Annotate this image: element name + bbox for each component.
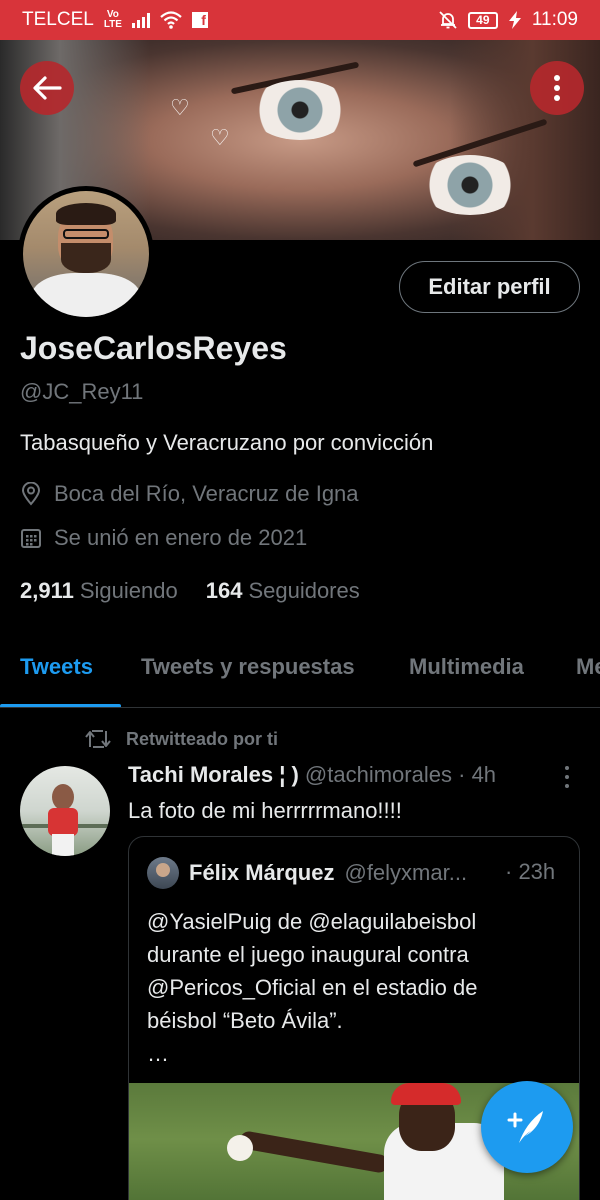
arrow-left-icon bbox=[33, 76, 62, 100]
banner-eye bbox=[250, 80, 350, 140]
quoted-tweet-time: · 23h bbox=[505, 859, 556, 884]
retweet-label: Retwitteado por ti bbox=[126, 728, 278, 749]
edit-profile-button[interactable]: Editar perfil bbox=[399, 261, 580, 313]
banner-eye bbox=[420, 155, 520, 215]
tab-tweets-and-replies[interactable]: Tweets y respuestas bbox=[141, 654, 355, 680]
tweet-author-name[interactable]: Tachi Morales ¦ ) bbox=[128, 762, 299, 787]
tweet-separator: · bbox=[458, 762, 466, 787]
quoted-author-name: Félix Márquez bbox=[189, 860, 335, 885]
tweet-more-icon[interactable] bbox=[557, 764, 577, 790]
signal-icon bbox=[131, 12, 150, 28]
profile-handle: @JC_Rey11 bbox=[20, 379, 144, 404]
facebook-icon: f bbox=[191, 12, 208, 28]
battery-icon: 49 bbox=[467, 11, 498, 29]
tweet-author-handle[interactable]: @tachimorales bbox=[305, 762, 452, 787]
tweet-header: Tachi Morales ¦ ) @tachimorales · 4h bbox=[128, 762, 496, 788]
clock: 11:09 bbox=[531, 9, 578, 30]
tab-tweets[interactable]: Tweets bbox=[20, 654, 93, 680]
more-options-button[interactable] bbox=[530, 61, 584, 115]
back-button[interactable] bbox=[20, 61, 74, 115]
profile-avatar[interactable] bbox=[18, 186, 154, 322]
profile-display-name: JoseCarlosReyes bbox=[20, 330, 287, 366]
charging-icon bbox=[508, 11, 521, 29]
wifi-icon bbox=[160, 11, 182, 29]
tweet-text: La foto de mi herrrrrmano!!!! bbox=[128, 798, 402, 823]
compose-tweet-icon bbox=[507, 1111, 543, 1143]
heart-doodle-icon: ♡ bbox=[210, 125, 230, 150]
followers-count: 164 bbox=[205, 578, 243, 603]
profile-location: Boca del Río, Veracruz de Igna bbox=[20, 481, 359, 507]
active-tab-indicator bbox=[0, 704, 121, 707]
quoted-text-line: … bbox=[147, 1041, 169, 1066]
quoted-tweet-text: @YasielPuig de @elaguilabeisbol durante … bbox=[147, 905, 567, 1070]
retweet-icon bbox=[85, 730, 111, 748]
tab-likes[interactable]: Me bbox=[576, 654, 600, 680]
quoted-text-line: @Pericos_Oficial en el estadio de bbox=[147, 975, 478, 1000]
status-bar: TELCEL Vo LTE f 49 11:09 bbox=[0, 0, 600, 40]
location-text: Boca del Río, Veracruz de Igna bbox=[54, 481, 359, 506]
retweet-context: Retwitteado por ti bbox=[84, 728, 278, 750]
quoted-tweet-header: Félix Márquez @felyxmar... bbox=[147, 857, 467, 889]
following-label: Siguiendo bbox=[79, 578, 178, 603]
quoted-text-line: béisbol “Beto Ávila”. bbox=[147, 1008, 343, 1033]
notifications-off-icon bbox=[439, 11, 457, 29]
tab-media[interactable]: Multimedia bbox=[409, 654, 524, 680]
heart-doodle-icon: ♡ bbox=[170, 95, 190, 120]
location-pin-icon bbox=[21, 482, 41, 506]
following-count: 2,911 bbox=[20, 578, 74, 603]
more-vertical-icon bbox=[554, 75, 560, 101]
followers-label: Seguidores bbox=[248, 578, 360, 603]
profile-joined: Se unió en enero de 2021 bbox=[20, 525, 307, 551]
compose-tweet-button[interactable] bbox=[481, 1081, 573, 1173]
quoted-author-avatar bbox=[147, 857, 179, 889]
quoted-text-line: @YasielPuig de @elaguilabeisbol bbox=[147, 909, 477, 934]
calendar-icon bbox=[21, 529, 41, 548]
carrier-name: TELCEL bbox=[22, 9, 94, 30]
tweet-time: 4h bbox=[471, 762, 497, 787]
following-link[interactable]: 2,911 Siguiendo bbox=[20, 578, 178, 604]
tweet-author-avatar[interactable] bbox=[20, 766, 110, 856]
volte-icon: Vo LTE bbox=[103, 9, 122, 30]
quoted-author-handle: @felyxmar... bbox=[344, 860, 468, 885]
follow-stats: 2,911 Siguiendo 164 Seguidores bbox=[20, 578, 360, 604]
avatar-image bbox=[23, 191, 149, 317]
joined-text: Se unió en enero de 2021 bbox=[54, 525, 308, 550]
quoted-text-line: durante el juego inaugural contra bbox=[147, 942, 469, 967]
profile-bio: Tabasqueño y Veracruzano por convicción bbox=[20, 430, 434, 455]
profile-tabs: Tweets Tweets y respuestas Multimedia Me bbox=[0, 630, 600, 708]
followers-link[interactable]: 164 Seguidores bbox=[206, 578, 360, 604]
